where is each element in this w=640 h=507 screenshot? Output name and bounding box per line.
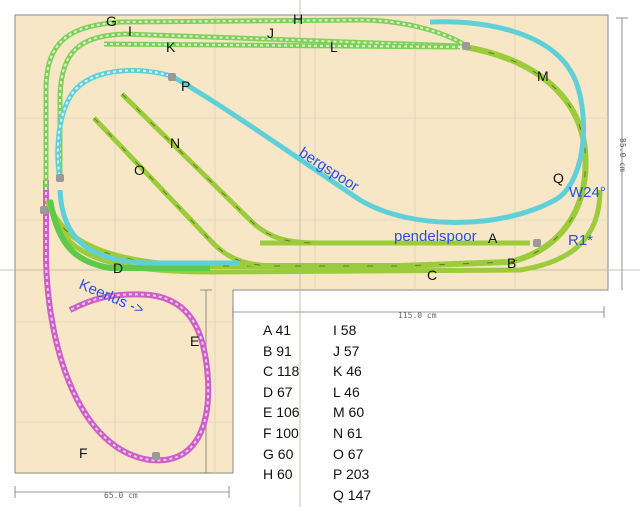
dimension-height-right: 85.0 cm xyxy=(618,138,627,172)
legend-item: P 203 xyxy=(333,466,370,483)
length-legend-left: A 41 B 91 C 118 D 67 E 106 F 100 G 60 H … xyxy=(263,320,300,485)
legend-item: J 57 xyxy=(333,342,360,359)
track-label-n: N xyxy=(170,135,180,151)
track-label-d: D xyxy=(113,260,123,276)
legend-item: A 41 xyxy=(263,322,292,338)
legend-item: D 67 xyxy=(263,383,293,400)
pendelspoor-label: pendelspoor xyxy=(394,228,477,245)
track-label-c: C xyxy=(427,267,437,283)
legend-item: Q 147 xyxy=(333,486,372,503)
length-legend-right: I 58 J 57 K 46 L 46 M 60 N 61 O 67 P 203… xyxy=(333,320,371,505)
track-layout-diagram: 115.0 cm 65.0 cm 85.0 cm A B C D E F G H… xyxy=(0,0,640,507)
legend-item: B 91 xyxy=(263,342,292,359)
track-label-q: Q xyxy=(553,170,564,186)
track-label-m: M xyxy=(537,68,549,84)
legend-item: I 58 xyxy=(333,322,357,338)
track-label-a: A xyxy=(488,230,498,246)
track-label-o: O xyxy=(134,162,145,178)
r1-label: R1* xyxy=(568,232,593,249)
track-label-k: K xyxy=(166,39,176,55)
track-label-f: F xyxy=(79,445,88,461)
track-label-h: H xyxy=(293,11,303,27)
track-label-b: B xyxy=(507,255,516,271)
w24-label: W24° xyxy=(569,184,606,201)
track-label-i: I xyxy=(128,23,132,39)
legend-item: N 61 xyxy=(333,424,363,441)
legend-item: E 106 xyxy=(263,404,300,421)
legend-item: G 60 xyxy=(263,445,294,462)
legend-item: M 60 xyxy=(333,404,365,421)
legend-item: L 46 xyxy=(333,383,360,400)
track-label-p: P xyxy=(181,78,190,94)
legend-item: C 118 xyxy=(263,363,300,380)
track-label-l: L xyxy=(330,39,338,55)
track-label-g: G xyxy=(106,13,117,29)
legend-item: H 60 xyxy=(263,466,293,483)
track-label-j: J xyxy=(267,25,274,41)
dimension-width-top: 115.0 cm xyxy=(398,311,437,320)
dimension-width-bottom: 65.0 cm xyxy=(104,491,138,500)
track-label-e: E xyxy=(190,333,199,349)
legend-item: F 100 xyxy=(263,424,299,441)
legend-item: O 67 xyxy=(333,445,364,462)
legend-item: K 46 xyxy=(333,363,362,380)
